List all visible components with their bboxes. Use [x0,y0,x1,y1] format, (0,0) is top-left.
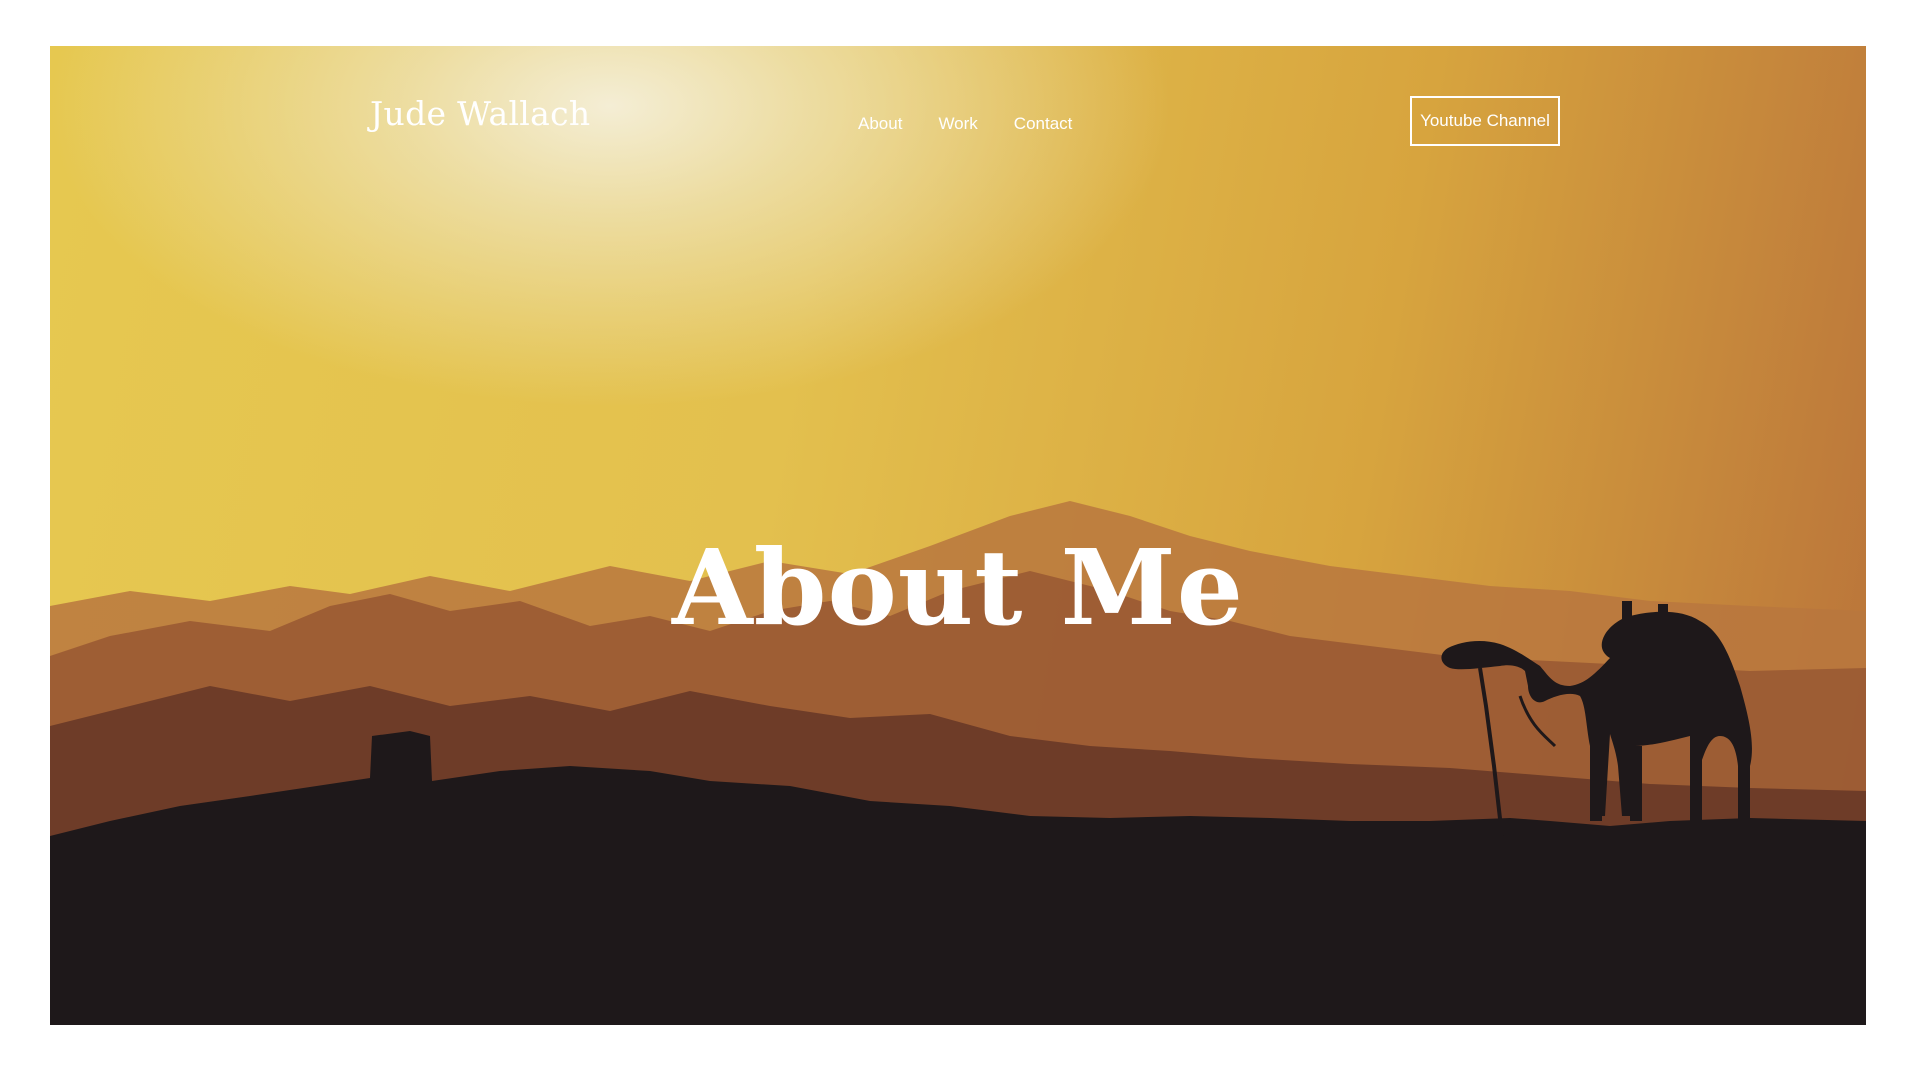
site-logo[interactable]: Jude Wallach [370,94,590,133]
nav-link-contact[interactable]: Contact [1014,114,1073,134]
youtube-channel-button[interactable]: Youtube Channel [1410,96,1560,146]
main-nav: About Work Contact [858,114,1072,134]
hero-section: Jude Wallach About Work Contact Youtube … [50,46,1866,1025]
nav-link-work[interactable]: Work [938,114,977,134]
site-header: Jude Wallach About Work Contact Youtube … [50,46,1866,206]
nav-link-about[interactable]: About [858,114,902,134]
page-title: About Me [672,525,1244,649]
